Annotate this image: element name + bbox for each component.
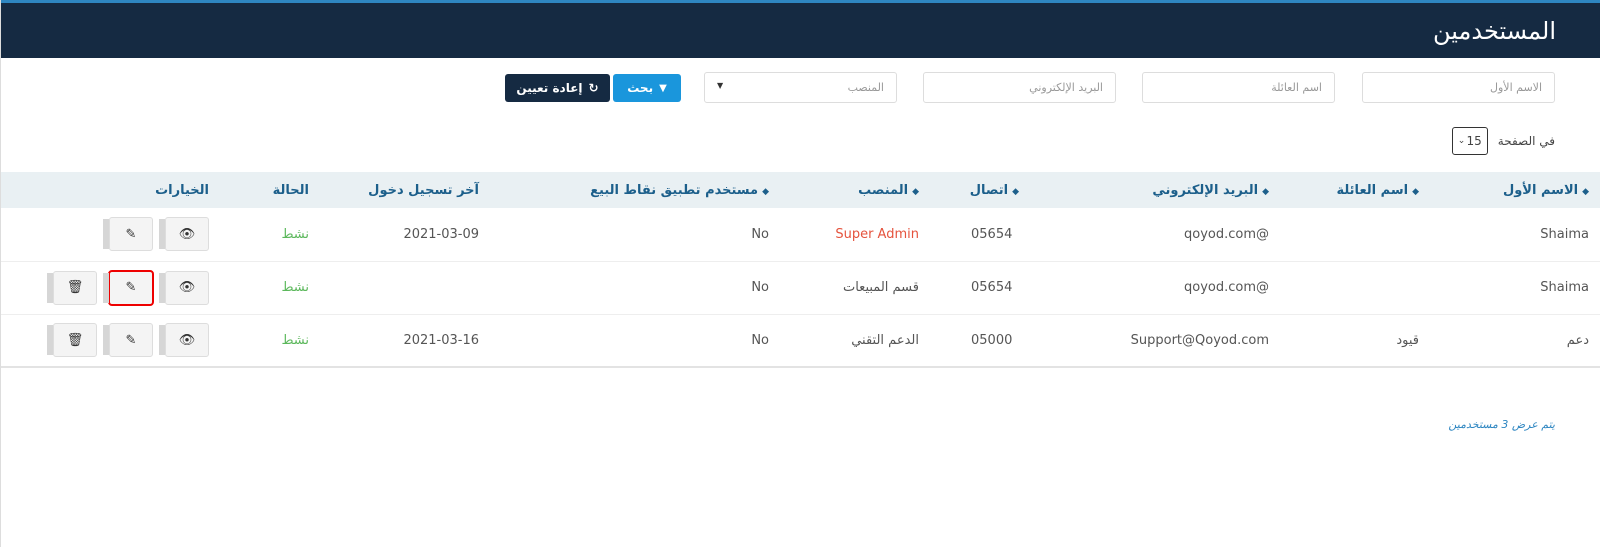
sort-icon: ◆ bbox=[1582, 186, 1589, 197]
pos-user-cell: No bbox=[491, 261, 781, 315]
delete-button[interactable]: 🗑 bbox=[47, 323, 97, 358]
sort-icon: ◆ bbox=[762, 186, 769, 197]
view-button[interactable]: 👁 bbox=[159, 217, 209, 252]
phone-cell: 05654 bbox=[931, 261, 1031, 315]
email-cell: Support@Qoyod.com bbox=[1031, 314, 1281, 368]
table-row: Shaima @qoyod.com 05654 قسم المبيعات No نشط 👁… bbox=[1, 261, 1600, 315]
last-login-cell: 2021-03-16 bbox=[321, 314, 491, 368]
options-cell: 👁 ✎ 🗑 bbox=[1, 314, 221, 368]
options-cell: 👁 ✎ bbox=[1, 208, 221, 262]
table-row: Shaima @qoyod.com 05654 Super Admin No 2021-0… bbox=[1, 208, 1600, 262]
search-label: بحث bbox=[627, 81, 654, 95]
sort-icon: ◆ bbox=[1412, 186, 1419, 197]
undo-icon: ↻ bbox=[588, 81, 599, 95]
col-email[interactable]: ◆البريد الإلكتروني bbox=[1031, 172, 1281, 208]
reset-button[interactable]: ↻ إعادة تعيين bbox=[505, 74, 610, 102]
eye-icon: 👁 bbox=[165, 270, 209, 305]
status-cell: نشط bbox=[221, 314, 321, 368]
chevron-down-icon: ⌄ bbox=[1457, 136, 1466, 146]
search-button[interactable]: ▼ بحث bbox=[613, 74, 681, 102]
first-name-cell: دعم bbox=[1431, 314, 1600, 368]
users-table: ◆الاسم الأول ◆اسم العائلة ◆البريد الإلكت… bbox=[1, 172, 1600, 368]
col-options: الخيارات bbox=[1, 172, 221, 208]
role-select-value: المنصب bbox=[847, 81, 884, 94]
last-login-cell bbox=[321, 261, 491, 315]
table-row: دعم قيود Support@Qoyod.com 05000 الدعم التقن… bbox=[1, 314, 1600, 368]
role-cell: الدعم التقني bbox=[781, 314, 931, 368]
records-summary: يتم عرض 3 مستخدمين bbox=[1448, 418, 1555, 431]
trash-icon: 🗑 bbox=[53, 323, 97, 358]
email-cell: @qoyod.com bbox=[1031, 208, 1281, 262]
last-login-cell: 2021-03-09 bbox=[321, 208, 491, 262]
status-cell: نشط bbox=[221, 208, 321, 262]
per-page-label: في الصفحة bbox=[1497, 134, 1555, 148]
phone-cell: 05000 bbox=[931, 314, 1031, 368]
per-page-control: في الصفحة 15 ⌄ bbox=[1451, 127, 1555, 155]
col-last-login: آخر تسجيل دخول bbox=[321, 172, 491, 208]
per-page-value: 15 bbox=[1466, 134, 1482, 148]
col-status: الحالة bbox=[221, 172, 321, 208]
options-cell: 👁 ✎ 🗑 bbox=[1, 261, 221, 315]
caret-down-icon: ▼ bbox=[717, 81, 724, 90]
pos-user-cell: No bbox=[491, 208, 781, 262]
edit-icon: ✎ bbox=[109, 323, 153, 358]
view-button[interactable]: 👁 bbox=[159, 323, 209, 358]
first-name-cell: Shaima bbox=[1431, 208, 1600, 262]
phone-cell: 05654 bbox=[931, 208, 1031, 262]
per-page-select[interactable]: 15 ⌄ bbox=[1451, 127, 1488, 155]
role-cell: قسم المبيعات bbox=[781, 261, 931, 315]
first-name-cell: Shaima bbox=[1431, 261, 1600, 315]
email-cell: @qoyod.com bbox=[1031, 261, 1281, 315]
table-header-row: ◆الاسم الأول ◆اسم العائلة ◆البريد الإلكت… bbox=[1, 172, 1600, 208]
last-name-input[interactable]: اسم العائلة bbox=[1142, 72, 1335, 103]
col-phone[interactable]: ◆اتصال bbox=[931, 172, 1031, 208]
col-first-name[interactable]: ◆الاسم الأول bbox=[1431, 172, 1600, 208]
first-name-input[interactable]: الاسم الأول bbox=[1362, 72, 1555, 103]
reset-label: إعادة تعيين bbox=[516, 81, 583, 95]
view-button[interactable]: 👁 bbox=[159, 270, 209, 305]
edit-button[interactable]: ✎ bbox=[103, 217, 153, 252]
pos-user-cell: No bbox=[491, 314, 781, 368]
col-last-name[interactable]: ◆اسم العائلة bbox=[1281, 172, 1431, 208]
eye-icon: 👁 bbox=[165, 217, 209, 252]
filter-icon: ▼ bbox=[659, 82, 667, 94]
edit-icon: ✎ bbox=[108, 269, 154, 306]
sort-icon: ◆ bbox=[1012, 186, 1019, 197]
col-role[interactable]: ◆المنصب bbox=[781, 172, 931, 208]
last-name-cell bbox=[1281, 208, 1431, 262]
last-name-cell bbox=[1281, 261, 1431, 315]
status-cell: نشط bbox=[221, 261, 321, 315]
page-title: المستخدمين bbox=[1433, 17, 1556, 45]
email-input[interactable]: البريد الإلكتروني bbox=[923, 72, 1116, 103]
sort-icon: ◆ bbox=[912, 186, 919, 197]
eye-icon: 👁 bbox=[165, 323, 209, 358]
delete-button[interactable]: 🗑 bbox=[47, 270, 97, 305]
page-header: المستخدمين bbox=[1, 0, 1600, 58]
role-cell: Super Admin bbox=[781, 208, 931, 262]
col-pos-user[interactable]: ◆مستخدم تطبيق نقاط البيع bbox=[491, 172, 781, 208]
role-select[interactable]: المنصب ▼ bbox=[704, 72, 897, 103]
sort-icon: ◆ bbox=[1262, 186, 1269, 197]
edit-button[interactable]: ✎ bbox=[103, 323, 153, 358]
edit-icon: ✎ bbox=[109, 217, 153, 252]
last-name-cell: قيود bbox=[1281, 314, 1431, 368]
trash-icon: 🗑 bbox=[53, 270, 97, 305]
edit-button[interactable]: ✎ bbox=[103, 269, 154, 306]
